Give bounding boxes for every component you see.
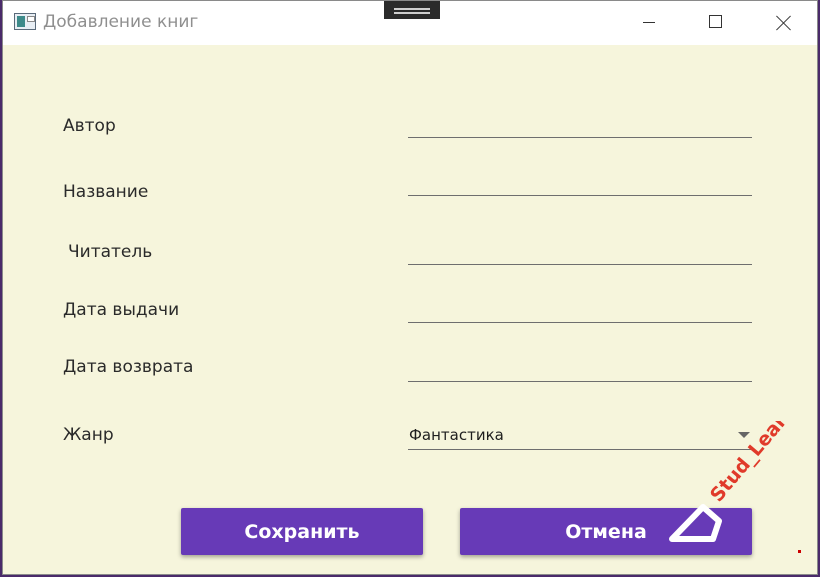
minimize-icon	[643, 22, 655, 23]
return-date-input[interactable]	[408, 352, 756, 381]
issue-date-input[interactable]	[408, 293, 756, 322]
author-label: Автор	[63, 116, 116, 136]
drag-handle[interactable]	[384, 1, 440, 19]
pencil-icon	[669, 504, 722, 542]
minimize-button[interactable]	[627, 1, 673, 45]
reader-field[interactable]	[408, 235, 756, 265]
maximize-icon	[709, 15, 722, 28]
return-date-field[interactable]	[408, 352, 756, 382]
reader-input[interactable]	[408, 235, 756, 264]
author-field[interactable]	[408, 108, 756, 138]
window-title: Добавление книг	[43, 12, 199, 32]
title-label: Название	[63, 182, 149, 202]
watermark-logo: Stud_Learn	[669, 421, 800, 542]
return-date-label: Дата возврата	[63, 357, 194, 377]
maximize-button[interactable]	[693, 1, 739, 45]
status-dot	[798, 550, 801, 553]
issue-date-field[interactable]	[408, 293, 756, 323]
save-button[interactable]: Сохранить	[181, 508, 423, 555]
title-field[interactable]	[408, 166, 756, 196]
close-button[interactable]	[761, 1, 807, 45]
author-input[interactable]	[408, 108, 756, 137]
title-input[interactable]	[408, 166, 756, 195]
issue-date-label: Дата выдачи	[63, 300, 180, 320]
add-books-window: Добавление книг Автор Название Читатель …	[2, 0, 818, 575]
watermark-text: Stud_Learn	[706, 421, 800, 506]
title-bar[interactable]: Добавление книг	[3, 1, 817, 45]
app-window-icon	[14, 13, 36, 30]
genre-label: Жанр	[63, 425, 114, 445]
reader-label: Читатель	[68, 242, 153, 262]
genre-selected-value: Фантастика	[409, 426, 504, 444]
